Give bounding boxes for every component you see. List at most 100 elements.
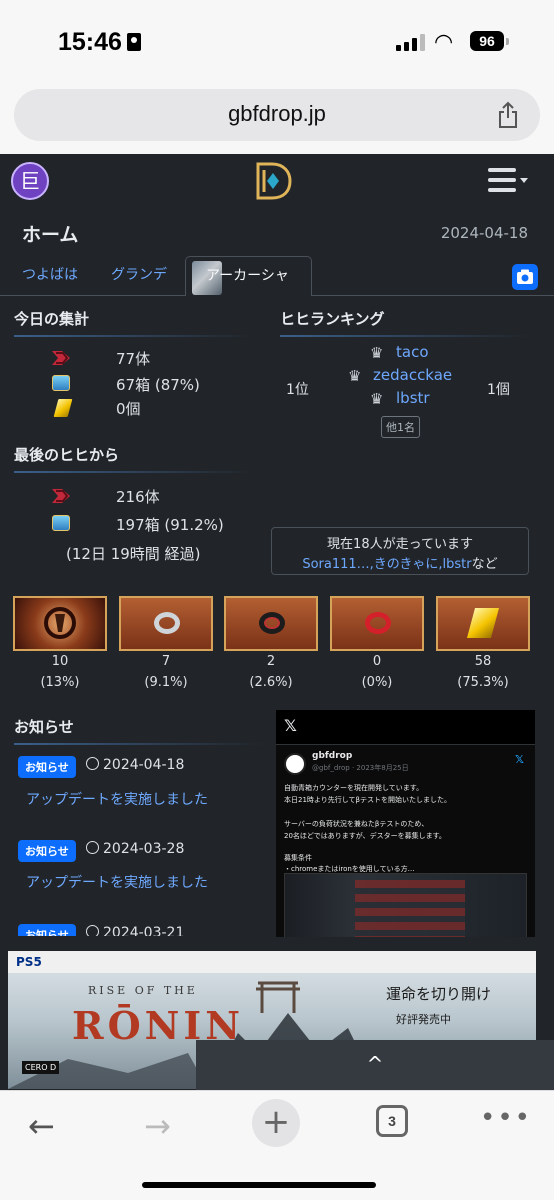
clock-icon <box>86 925 99 936</box>
runners-count: 現在18人が走っています <box>327 537 473 552</box>
back-arrow-icon[interactable]: ← <box>28 1107 55 1145</box>
item-ring-silver[interactable]: 7 (9.1%) <box>119 596 213 690</box>
tweet-card[interactable]: gbfdrop @gbf_drop · 2023年8月25日 𝕏 自動青箱カウン… <box>276 744 535 937</box>
chevron-up-icon: ^ <box>366 1052 384 1076</box>
site-logo-icon[interactable] <box>250 160 294 202</box>
rank-name-2[interactable]: zedacckae <box>373 366 452 384</box>
clock-time: 15:46 <box>58 28 122 56</box>
rank-count: 1個 <box>487 382 510 398</box>
others-badge[interactable]: 他1名 <box>381 416 420 438</box>
news-link[interactable]: アップデートを実施しました <box>26 789 208 809</box>
emblem-icon <box>13 596 107 651</box>
since-chests: 197箱 (91.2%) <box>116 516 224 534</box>
tweet-handle: @gbf_drop · 2023年8月25日 <box>312 764 409 772</box>
page-title: ホーム <box>22 224 79 246</box>
runners-suffix: など <box>471 557 498 572</box>
battery-tip <box>506 38 509 45</box>
id-card-icon <box>127 33 141 51</box>
item-gold-bar[interactable]: 58 (75.3%) <box>436 596 530 690</box>
cero-rating: CERO D <box>22 1061 60 1074</box>
runners-box: 現在18人が走っています Sora111…,きのきゃに,lbstrなど <box>271 527 529 575</box>
item-percent: (2.6%) <box>249 675 293 690</box>
runners-names[interactable]: Sora111…,きのきゃに,lbstr <box>302 557 471 572</box>
news-badge: お知らせ <box>18 756 76 778</box>
item-count: 7 <box>161 654 171 669</box>
rank-name-1[interactable]: taco <box>396 343 429 361</box>
runners-names-line: Sora111…,きのきゃに,lbstrなど <box>272 553 528 572</box>
news-date: 2024-04-18 <box>103 757 185 773</box>
gold-bar-icon <box>53 399 73 417</box>
tweet-text-line: 本日21時より先行してβテストを開始いたしました。 <box>284 796 452 804</box>
tab-akasha-label: アーカーシャ <box>206 268 289 284</box>
camera-button[interactable] <box>512 264 538 290</box>
page-date: 2024-04-18 <box>440 224 528 242</box>
caret-down-icon <box>520 178 528 183</box>
tweet-avatar <box>284 753 306 775</box>
ranking-heading: ヒヒランキング <box>280 308 530 337</box>
news-date: 2024-03-28 <box>103 841 185 857</box>
gold-bar-icon <box>436 596 530 651</box>
tab-grande[interactable]: グランデ <box>111 264 167 284</box>
tweet-text-line: 募集条件 <box>284 854 312 862</box>
red-ring-icon <box>330 596 424 651</box>
boss-tabs: つよばは グランデ アーカーシャ <box>0 256 554 296</box>
ps5-logo: PS5 <box>16 955 42 969</box>
since-last-heading: 最後のヒヒから <box>14 444 254 473</box>
share-icon[interactable] <box>496 101 520 129</box>
more-menu-icon[interactable]: ••• <box>480 1103 532 1133</box>
item-percent: (0%) <box>361 675 393 690</box>
tweet-text-line: 20名ほどではありますが、デスターを募集します。 <box>284 832 446 840</box>
status-bar: 15:46 ◠ 96 <box>0 0 554 86</box>
news-badge: お知らせ <box>18 924 76 936</box>
since-kills: 216体 <box>116 488 160 506</box>
signal-icon <box>396 33 426 51</box>
today-gold: 0個 <box>116 400 141 418</box>
home-indicator <box>142 1182 376 1188</box>
tweet-text-line: 自動青箱カウンターを現在開発しています。 <box>284 784 424 792</box>
blue-chest-icon <box>52 375 70 391</box>
address-bar[interactable]: gbfdrop.jp <box>14 89 540 141</box>
clock-icon <box>86 841 99 854</box>
item-percent: (75.3%) <box>457 675 509 690</box>
item-ring-red[interactable]: 0 (0%) <box>330 596 424 690</box>
crown-icon: ♛ <box>370 344 384 362</box>
x-icon[interactable]: 𝕏 <box>515 753 524 766</box>
today-chests: 67箱 (87%) <box>116 376 200 394</box>
item-emblem[interactable]: 10 (13%) <box>13 596 107 690</box>
news-entry-partial: お知らせ 2024-03-21 <box>0 920 270 936</box>
ad-brand-bar: PS5 <box>8 951 536 973</box>
dark-ring-icon <box>224 596 318 651</box>
url-text[interactable]: gbfdrop.jp <box>14 101 540 127</box>
rank-name-3[interactable]: lbstr <box>396 389 430 407</box>
tab-tsuyobaha[interactable]: つよばは <box>22 264 78 284</box>
item-count: 2 <box>266 654 276 669</box>
hamburger-menu-button[interactable] <box>488 168 528 194</box>
item-percent: (13%) <box>40 675 80 690</box>
tweet-author-name[interactable]: gbfdrop <box>312 751 352 761</box>
user-avatar[interactable]: 巨 <box>11 162 49 200</box>
tweet-image[interactable] <box>284 873 527 937</box>
item-count: 0 <box>372 654 382 669</box>
item-ring-dark[interactable]: 2 (2.6%) <box>224 596 318 690</box>
embedded-tweet[interactable]: 𝕏 gbfdrop @gbf_drop · 2023年8月25日 𝕏 自動青箱カ… <box>276 710 535 937</box>
forward-arrow-icon[interactable]: → <box>144 1107 171 1145</box>
wifi-icon: ◠ <box>434 30 454 55</box>
news-badge: お知らせ <box>18 840 76 862</box>
tabs-count-button[interactable]: 3 <box>376 1105 408 1137</box>
new-tab-button[interactable]: + <box>252 1099 300 1147</box>
news-date-line: 2024-04-18 <box>86 757 184 773</box>
silver-ring-icon <box>119 596 213 651</box>
browser-address-area: gbfdrop.jp <box>0 86 554 154</box>
news-date-line: 2024-03-21 <box>86 925 184 936</box>
ad-tagline: 運命を切り開け <box>386 985 492 1003</box>
item-percent: (9.1%) <box>144 675 188 690</box>
site-header: 巨 <box>0 154 554 208</box>
tweet-text-line: サーバーの負荷状況を兼ねたβテストのため、 <box>284 820 429 828</box>
since-elapsed: (12日 19時間 経過) <box>66 545 201 563</box>
item-count: 58 <box>474 654 492 669</box>
news-date-line: 2024-03-28 <box>86 841 184 857</box>
scroll-top-button[interactable]: ^ <box>196 1040 554 1090</box>
rank-position: 1位 <box>286 382 309 398</box>
news-link[interactable]: アップデートを実施しました <box>26 872 208 892</box>
tab-akasha[interactable]: アーカーシャ <box>185 256 312 296</box>
